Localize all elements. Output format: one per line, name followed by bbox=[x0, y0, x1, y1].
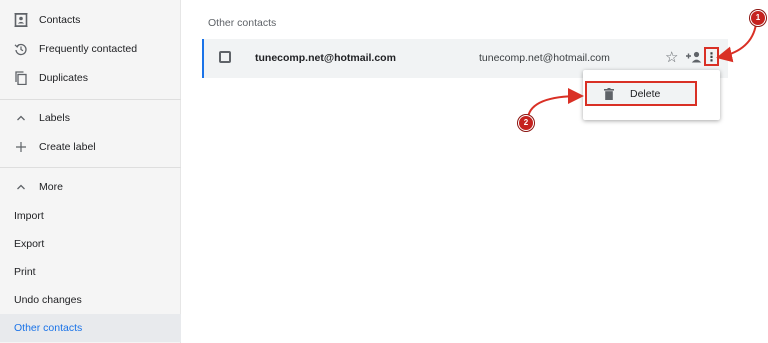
sidebar-item-other-contacts[interactable]: Other contacts bbox=[0, 314, 181, 342]
create-label-button[interactable]: Create label bbox=[0, 133, 181, 161]
sidebar-item-label: Undo changes bbox=[14, 294, 82, 306]
contact-email: tunecomp.net@hotmail.com bbox=[479, 52, 610, 64]
sidebar-item-print[interactable]: Print bbox=[0, 258, 181, 286]
page-title: Other contacts bbox=[208, 17, 277, 29]
sidebar-item-label: Other contacts bbox=[14, 322, 83, 334]
contact-name: tunecomp.net@hotmail.com bbox=[255, 52, 396, 64]
labels-section-toggle[interactable]: Labels bbox=[0, 104, 181, 132]
contacts-icon bbox=[13, 12, 29, 28]
more-actions-button[interactable]: ⋮ bbox=[704, 47, 719, 66]
history-icon bbox=[13, 41, 29, 57]
sidebar-item-import[interactable]: Import bbox=[0, 202, 181, 230]
copy-icon bbox=[13, 70, 29, 86]
divider bbox=[0, 167, 181, 168]
sidebar-item-frequently-contacted[interactable]: Frequently contacted bbox=[0, 35, 181, 63]
sidebar: Contacts Frequently contacted Duplicates… bbox=[0, 0, 181, 343]
create-label-text: Create label bbox=[39, 141, 96, 153]
sidebar-item-export[interactable]: Export bbox=[0, 230, 181, 258]
more-section-toggle[interactable]: More bbox=[0, 173, 181, 201]
section-label: More bbox=[39, 181, 63, 193]
divider bbox=[0, 99, 181, 100]
sidebar-item-contacts[interactable]: Contacts bbox=[0, 6, 181, 34]
sidebar-item-label: Print bbox=[14, 266, 36, 278]
sidebar-item-label: Import bbox=[14, 210, 44, 222]
chevron-up-icon bbox=[13, 179, 29, 195]
more-vert-icon: ⋮ bbox=[705, 49, 718, 64]
sidebar-item-label: Export bbox=[14, 238, 45, 250]
add-person-icon[interactable] bbox=[685, 50, 703, 64]
row-actions-menu: Delete bbox=[583, 70, 720, 120]
delete-label: Delete bbox=[630, 88, 661, 100]
delete-menu-item[interactable]: Delete bbox=[585, 81, 697, 106]
sidebar-item-undo-changes[interactable]: Undo changes bbox=[0, 286, 181, 314]
sidebar-item-label: Contacts bbox=[39, 14, 81, 26]
row-checkbox[interactable] bbox=[219, 51, 231, 63]
step-badge-1: 1 bbox=[750, 10, 766, 26]
plus-icon bbox=[13, 139, 29, 155]
sidebar-item-duplicates[interactable]: Duplicates bbox=[0, 64, 181, 92]
sidebar-item-label: Duplicates bbox=[39, 72, 89, 84]
chevron-up-icon bbox=[13, 110, 29, 126]
sidebar-item-label: Frequently contacted bbox=[39, 43, 138, 55]
section-label: Labels bbox=[39, 112, 70, 124]
step-badge-2: 2 bbox=[518, 115, 534, 131]
star-outline-icon[interactable]: ☆ bbox=[665, 48, 678, 66]
trash-icon bbox=[604, 88, 614, 100]
